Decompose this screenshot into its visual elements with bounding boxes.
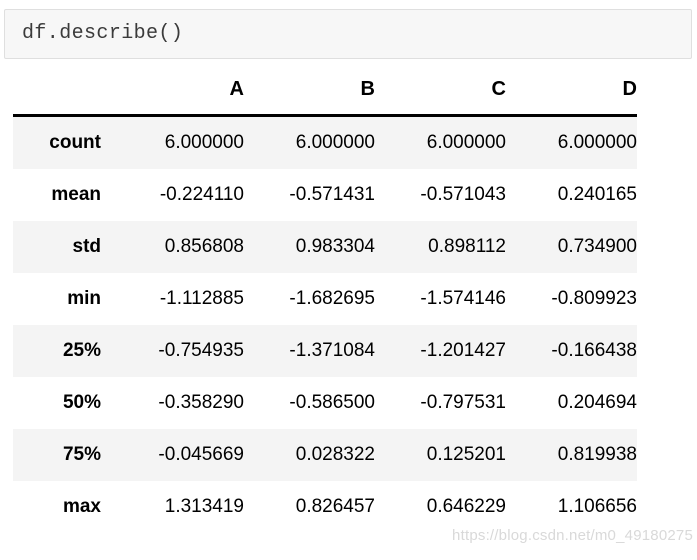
cell-count-c: 6.000000 bbox=[426, 132, 506, 153]
cell-count-b: 6.000000 bbox=[295, 132, 375, 153]
cell-max-a: 1.313419 bbox=[164, 496, 244, 517]
cell-std-b: 0.983304 bbox=[295, 236, 375, 257]
table-header: A B C D bbox=[13, 78, 637, 116]
cell-std-c: 0.898112 bbox=[428, 236, 506, 257]
row-label-50pct: 50% bbox=[62, 392, 101, 413]
cell-min-a: -1.112885 bbox=[159, 288, 244, 309]
cell-max-b: 0.826457 bbox=[295, 496, 375, 517]
cell-50pct-b: -0.586500 bbox=[289, 392, 375, 413]
table-row: max 1.313419 0.826457 0.646229 1.106656 bbox=[13, 481, 637, 533]
row-label-max: max bbox=[62, 496, 101, 517]
column-header-a: A bbox=[229, 78, 244, 100]
table-row: std 0.856808 0.983304 0.898112 0.734900 bbox=[13, 221, 637, 273]
cell-50pct-a: -0.358290 bbox=[158, 392, 244, 413]
cell-mean-d: 0.240165 bbox=[557, 184, 637, 205]
cell-mean-c: -0.571043 bbox=[420, 184, 506, 205]
cell-25pct-d: -0.166438 bbox=[551, 340, 637, 361]
cell-25pct-c: -1.201427 bbox=[420, 340, 506, 361]
row-label-min: min bbox=[67, 288, 101, 309]
cell-min-b: -1.682695 bbox=[289, 288, 375, 309]
cell-25pct-a: -0.754935 bbox=[158, 340, 244, 361]
cell-std-a: 0.856808 bbox=[164, 236, 244, 257]
code-input-text[interactable]: df.describe() bbox=[22, 24, 183, 44]
cell-mean-b: -0.571431 bbox=[289, 184, 375, 205]
column-header-c: C bbox=[491, 78, 506, 100]
cell-75pct-d: 0.819938 bbox=[557, 444, 637, 465]
table-row: mean -0.224110 -0.571431 -0.571043 0.240… bbox=[13, 169, 637, 221]
table-row: 25% -0.754935 -1.371084 -1.201427 -0.166… bbox=[13, 325, 637, 377]
column-header-d: D bbox=[622, 78, 637, 100]
cell-max-c: 0.646229 bbox=[426, 496, 506, 517]
describe-table: A B C D count 6.000000 6.000000 6.000000… bbox=[13, 78, 637, 533]
table-row: 75% -0.045669 0.028322 0.125201 0.819938 bbox=[13, 429, 637, 481]
dataframe-output: A B C D count 6.000000 6.000000 6.000000… bbox=[13, 78, 637, 533]
row-label-mean: mean bbox=[51, 184, 101, 205]
cell-max-d: 1.106656 bbox=[557, 496, 637, 517]
table-row: 50% -0.358290 -0.586500 -0.797531 0.2046… bbox=[13, 377, 637, 429]
row-label-count: count bbox=[49, 132, 101, 153]
cell-mean-a: -0.224110 bbox=[159, 184, 244, 205]
cell-75pct-c: 0.125201 bbox=[426, 444, 506, 465]
cell-count-a: 6.000000 bbox=[164, 132, 244, 153]
row-label-75pct: 75% bbox=[62, 444, 101, 465]
cell-min-d: -0.809923 bbox=[551, 288, 637, 309]
cell-std-d: 0.734900 bbox=[557, 236, 637, 257]
table-corner-cell bbox=[13, 78, 113, 116]
row-label-std: std bbox=[72, 236, 102, 257]
code-input-cell[interactable]: df.describe() bbox=[4, 9, 692, 59]
cell-min-c: -1.574146 bbox=[420, 288, 506, 309]
column-header-b: B bbox=[360, 78, 375, 100]
cell-75pct-b: 0.028322 bbox=[295, 444, 375, 465]
table-body: count 6.000000 6.000000 6.000000 6.00000… bbox=[13, 115, 637, 534]
cell-50pct-c: -0.797531 bbox=[420, 392, 506, 413]
cell-50pct-d: 0.204694 bbox=[557, 392, 637, 413]
table-row: count 6.000000 6.000000 6.000000 6.00000… bbox=[13, 115, 637, 169]
table-row: min -1.112885 -1.682695 -1.574146 -0.809… bbox=[13, 273, 637, 325]
cell-25pct-b: -1.371084 bbox=[289, 340, 375, 361]
table-header-row: A B C D bbox=[13, 78, 637, 116]
cell-75pct-a: -0.045669 bbox=[158, 444, 244, 465]
row-label-25pct: 25% bbox=[62, 340, 101, 361]
cell-count-d: 6.000000 bbox=[557, 132, 637, 153]
